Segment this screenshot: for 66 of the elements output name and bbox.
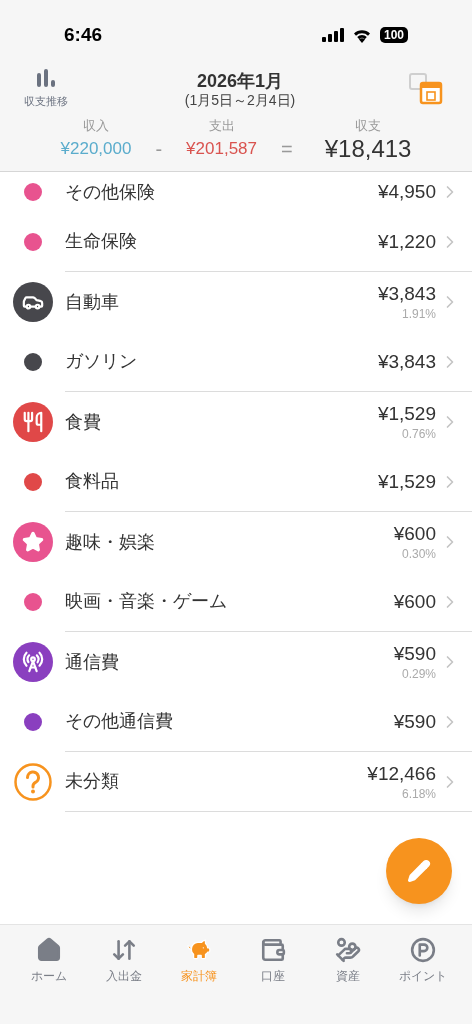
percent-text: 0.29% bbox=[401, 666, 436, 682]
amount-text: ¥1,220 bbox=[377, 229, 436, 254]
category-name: その他保険 bbox=[65, 180, 156, 204]
pencil-icon bbox=[407, 859, 431, 883]
amount-text: ¥3,843 bbox=[377, 282, 436, 306]
battery-indicator: 100 bbox=[379, 27, 408, 43]
wifi-icon bbox=[351, 27, 372, 43]
amount-text: ¥1,529 bbox=[377, 469, 436, 494]
category-row[interactable]: 食費 ¥1,529 0.76% bbox=[0, 392, 472, 452]
category-name: 未分類 bbox=[65, 770, 120, 793]
operator-sign: - bbox=[154, 137, 164, 162]
arrows-icon bbox=[111, 937, 137, 963]
tab-item[interactable]: 口座 bbox=[241, 937, 306, 989]
summary-label: 収入 bbox=[83, 116, 109, 135]
signal-icon bbox=[321, 28, 344, 42]
summary-amount: ¥18,413 bbox=[324, 135, 412, 163]
category-row[interactable]: 趣味・娯楽 ¥600 0.30% bbox=[0, 512, 472, 572]
trend-label: 収支推移 bbox=[24, 93, 68, 109]
percent-text: 6.18% bbox=[401, 785, 436, 802]
category-name: 映画・音楽・ゲーム bbox=[65, 590, 228, 613]
percent-text: 0.76% bbox=[401, 426, 436, 442]
amount-text: ¥590 bbox=[393, 709, 436, 734]
category-row[interactable]: 映画・音楽・ゲーム ¥600 bbox=[0, 572, 472, 632]
summary-amount: ¥201,587 bbox=[186, 138, 257, 160]
tab-item[interactable]: ホーム bbox=[17, 937, 82, 989]
percent-text: 1.91% bbox=[401, 306, 436, 322]
category-name: その他通信費 bbox=[65, 710, 174, 733]
category-name: 食料品 bbox=[65, 470, 120, 493]
summary-label: 支出 bbox=[208, 116, 235, 135]
category-name: 生命保険 bbox=[65, 230, 138, 253]
calendar-icon[interactable] bbox=[408, 72, 444, 106]
operator-sign: = bbox=[280, 137, 294, 162]
bar-chart-icon[interactable] bbox=[36, 68, 56, 89]
percent-text: 0.30% bbox=[401, 546, 436, 562]
category-name: ガソリン bbox=[65, 350, 138, 373]
category-row[interactable]: 通信費 ¥590 0.29% bbox=[0, 632, 472, 692]
amount-text: ¥3,843 bbox=[377, 349, 436, 374]
house-icon bbox=[36, 937, 63, 963]
category-name: 食費 bbox=[65, 410, 102, 434]
wallet-icon bbox=[260, 937, 287, 963]
category-row[interactable]: その他通信費 ¥590 bbox=[0, 692, 472, 752]
summary-amount: ¥220,000 bbox=[60, 138, 132, 160]
month-title[interactable]: 2026年1月 bbox=[196, 70, 284, 92]
category-row[interactable]: その他保険 ¥4,950 bbox=[0, 172, 472, 212]
point-icon bbox=[409, 937, 436, 963]
amount-text: ¥600 bbox=[393, 589, 436, 614]
category-row[interactable]: 生命保険 ¥1,220 bbox=[0, 212, 472, 272]
edit-button[interactable] bbox=[386, 838, 452, 904]
category-name: 自動車 bbox=[65, 290, 120, 314]
status-time: 6:46 bbox=[64, 22, 103, 47]
amount-text: ¥12,466 bbox=[367, 761, 436, 786]
category-name: 通信費 bbox=[65, 650, 120, 674]
amount-text: ¥4,950 bbox=[377, 180, 436, 204]
category-row[interactable]: ガソリン ¥3,843 bbox=[0, 332, 472, 392]
amount-text: ¥1,529 bbox=[377, 402, 436, 426]
category-row[interactable]: 自動車 ¥3,843 1.91% bbox=[0, 272, 472, 332]
summary-label: 収支 bbox=[355, 116, 382, 135]
amount-text: ¥590 bbox=[393, 642, 436, 666]
category-row[interactable]: 未分類 ¥12,466 6.18% bbox=[0, 752, 472, 812]
amount-text: ¥600 bbox=[393, 522, 436, 546]
category-row[interactable]: 食料品 ¥1,529 bbox=[0, 452, 472, 512]
category-name: 趣味・娯楽 bbox=[65, 530, 156, 554]
tab-item[interactable]: 入出金 bbox=[92, 937, 156, 989]
tab-item[interactable]: 資産 bbox=[315, 937, 380, 989]
period-range: (1月5日～2月4日) bbox=[184, 92, 296, 108]
tab-item[interactable]: ポイント bbox=[390, 937, 455, 989]
